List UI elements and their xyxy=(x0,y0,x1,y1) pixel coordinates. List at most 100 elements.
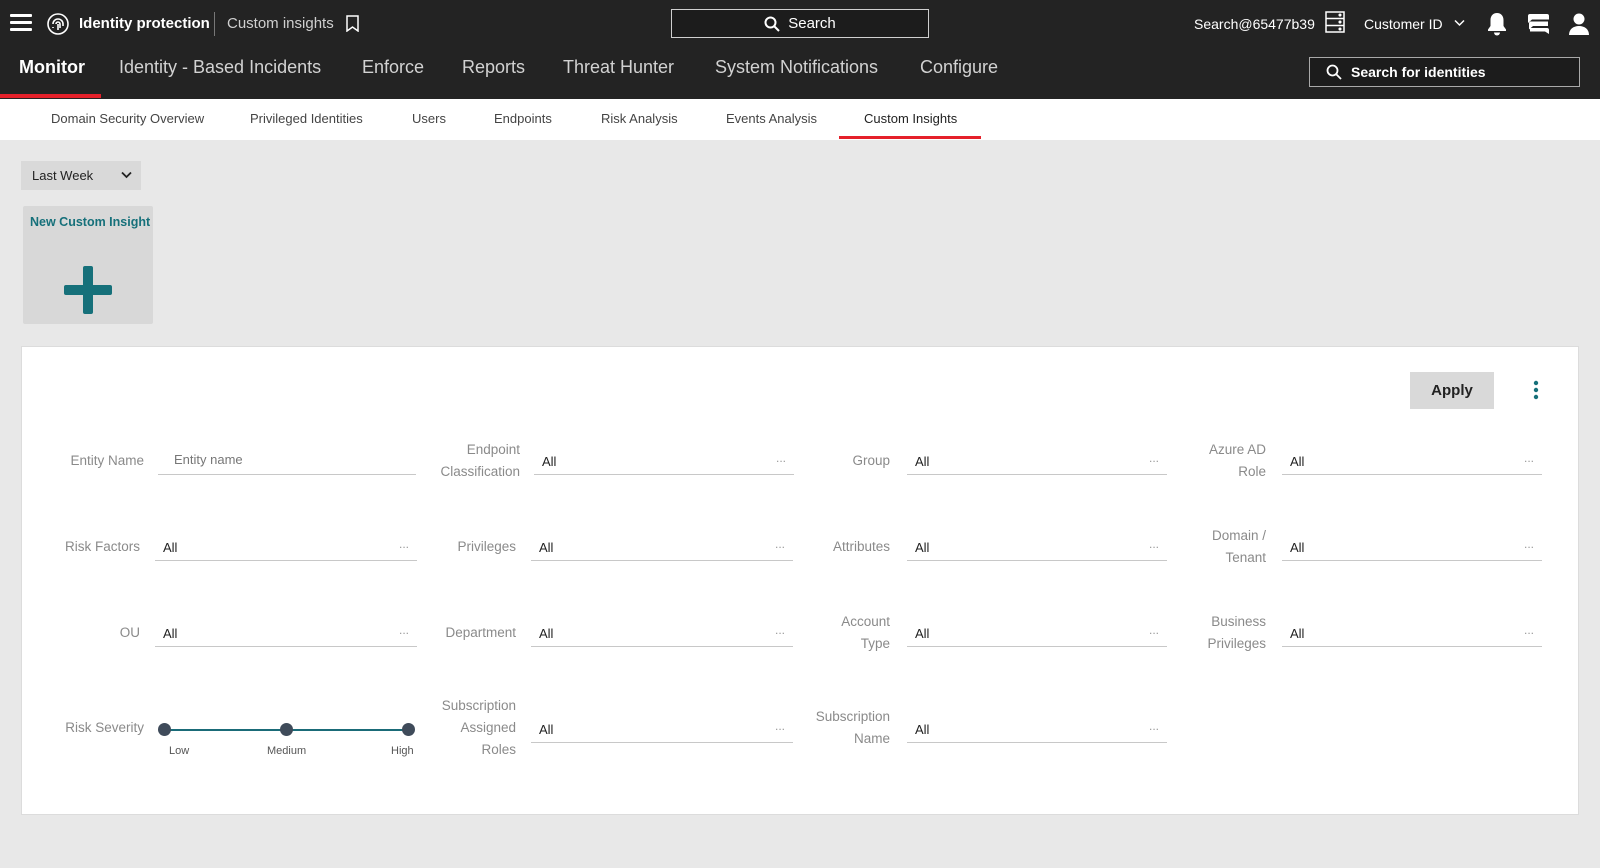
privileges-field[interactable]: All ... xyxy=(531,531,793,561)
business-privileges-label: Business Privileges xyxy=(1182,611,1266,655)
more-icon: ... xyxy=(774,537,785,551)
more-icon: ... xyxy=(398,537,409,551)
tab-endpoints[interactable]: Endpoints xyxy=(494,111,552,126)
label-line: Name xyxy=(853,731,890,746)
field-value: All xyxy=(1290,540,1305,555)
ou-field[interactable]: All ... xyxy=(155,617,417,647)
more-icon: ... xyxy=(1148,537,1159,551)
label-line: Classification xyxy=(440,464,520,479)
new-custom-insight-label: New Custom Insight xyxy=(30,215,151,229)
messages-icon[interactable] xyxy=(1527,13,1550,35)
ou-label: OU xyxy=(119,625,140,640)
more-icon: ... xyxy=(398,623,409,637)
tab-privileged-identities[interactable]: Privileged Identities xyxy=(250,111,363,126)
label-line: Tenant xyxy=(1225,550,1266,565)
filter-panel: Apply Entity Name Endpoint Classificatio… xyxy=(21,346,1579,815)
field-value: All xyxy=(539,722,554,737)
group-field[interactable]: All ... xyxy=(907,445,1167,475)
tab-custom-insights[interactable]: Custom Insights xyxy=(864,111,957,126)
entity-name-label: Entity Name xyxy=(70,453,144,468)
new-custom-insight-tile[interactable]: New Custom Insight xyxy=(23,206,153,324)
more-options-icon[interactable] xyxy=(1533,380,1539,400)
label-line: Azure AD xyxy=(1208,442,1266,457)
top-bar: Identity protection Custom insights Sear… xyxy=(0,0,1600,48)
tab-domain-security-overview[interactable]: Domain Security Overview xyxy=(51,111,204,126)
business-privileges-field[interactable]: All ... xyxy=(1282,617,1542,647)
global-search-button[interactable]: Search xyxy=(671,9,929,38)
label-line: Role xyxy=(1238,464,1266,479)
field-value: All xyxy=(542,454,557,469)
group-label: Group xyxy=(852,453,890,468)
subscription-name-label: Subscription Name xyxy=(792,706,890,750)
more-icon: ... xyxy=(774,623,785,637)
label-line: Subscription xyxy=(441,698,516,713)
domain-tenant-field[interactable]: All ... xyxy=(1282,531,1542,561)
nav-threat-hunter[interactable]: Threat Hunter xyxy=(563,57,674,78)
nav-monitor[interactable]: Monitor xyxy=(19,57,85,78)
endpoint-classification-field[interactable]: All ... xyxy=(534,445,794,475)
risk-severity-label: Risk Severity xyxy=(65,720,144,735)
hamburger-menu-icon[interactable] xyxy=(10,14,32,32)
field-value: All xyxy=(1290,454,1305,469)
field-value: All xyxy=(163,540,178,555)
page-breadcrumb: Custom insights xyxy=(227,15,334,32)
entity-name-input[interactable] xyxy=(158,445,416,475)
search-icon xyxy=(764,16,780,32)
label-line: Type xyxy=(860,636,890,651)
subscription-assigned-roles-field[interactable]: All ... xyxy=(531,713,793,743)
attributes-field[interactable]: All ... xyxy=(907,531,1167,561)
tab-users[interactable]: Users xyxy=(412,111,446,126)
time-period-select[interactable]: Last Week xyxy=(21,161,141,190)
label-line: Business xyxy=(1211,614,1266,629)
more-icon: ... xyxy=(1523,537,1534,551)
nav-configure[interactable]: Configure xyxy=(920,57,998,78)
subscription-assigned-roles-label: Subscription Assigned Roles xyxy=(422,695,516,761)
azure-ad-role-label: Azure AD Role xyxy=(1182,439,1266,483)
tab-risk-analysis[interactable]: Risk Analysis xyxy=(601,111,678,126)
azure-ad-role-field[interactable]: All ... xyxy=(1282,445,1542,475)
identity-search-input[interactable]: Search for identities xyxy=(1309,57,1580,87)
risk-severity-high-label: High xyxy=(391,745,414,757)
sub-navigation: Domain Security Overview Privileged Iden… xyxy=(0,99,1600,140)
user-profile-icon[interactable] xyxy=(1568,12,1590,36)
nav-reports[interactable]: Reports xyxy=(462,57,525,78)
title-divider xyxy=(214,12,215,36)
account-type-field[interactable]: All ... xyxy=(907,617,1167,647)
field-value: All xyxy=(1290,626,1305,641)
more-icon: ... xyxy=(775,451,786,465)
subscription-name-field[interactable]: All ... xyxy=(907,713,1167,743)
customer-id-dropdown[interactable]: Customer ID xyxy=(1364,16,1443,32)
nav-identity-based-incidents[interactable]: Identity - Based Incidents xyxy=(119,57,321,78)
active-nav-indicator xyxy=(0,94,101,98)
field-value: All xyxy=(539,540,554,555)
identity-search-placeholder: Search for identities xyxy=(1351,64,1486,80)
bell-icon[interactable] xyxy=(1486,12,1508,36)
app-title[interactable]: Identity protection xyxy=(79,15,210,32)
more-icon: ... xyxy=(1148,623,1159,637)
risk-severity-handle-low[interactable] xyxy=(158,723,171,736)
risk-factors-field[interactable]: All ... xyxy=(155,531,417,561)
field-value: All xyxy=(915,722,930,737)
more-icon: ... xyxy=(774,719,785,733)
attributes-label: Attributes xyxy=(832,539,890,554)
user-account-label[interactable]: Search@65477b39 xyxy=(1194,16,1315,32)
more-icon: ... xyxy=(1148,719,1159,733)
tab-events-analysis[interactable]: Events Analysis xyxy=(726,111,817,126)
apply-button[interactable]: Apply xyxy=(1410,372,1494,409)
risk-severity-handle-high[interactable] xyxy=(402,723,415,736)
bookmark-icon[interactable] xyxy=(346,15,359,32)
label-line: Endpoint xyxy=(466,442,520,457)
field-value: All xyxy=(539,626,554,641)
nav-system-notifications[interactable]: System Notifications xyxy=(715,57,878,78)
server-icon[interactable] xyxy=(1325,11,1345,33)
main-navigation: Monitor Identity - Based Incidents Enfor… xyxy=(0,48,1600,99)
chevron-down-icon[interactable] xyxy=(1454,19,1465,27)
plus-icon xyxy=(64,266,112,314)
risk-severity-stop-medium[interactable] xyxy=(280,723,293,736)
nav-enforce[interactable]: Enforce xyxy=(362,57,424,78)
fingerprint-logo-icon xyxy=(47,13,69,35)
department-label: Department xyxy=(445,625,516,640)
label-line: Account xyxy=(841,614,890,629)
department-field[interactable]: All ... xyxy=(531,617,793,647)
label-line: Privileges xyxy=(1207,636,1266,651)
